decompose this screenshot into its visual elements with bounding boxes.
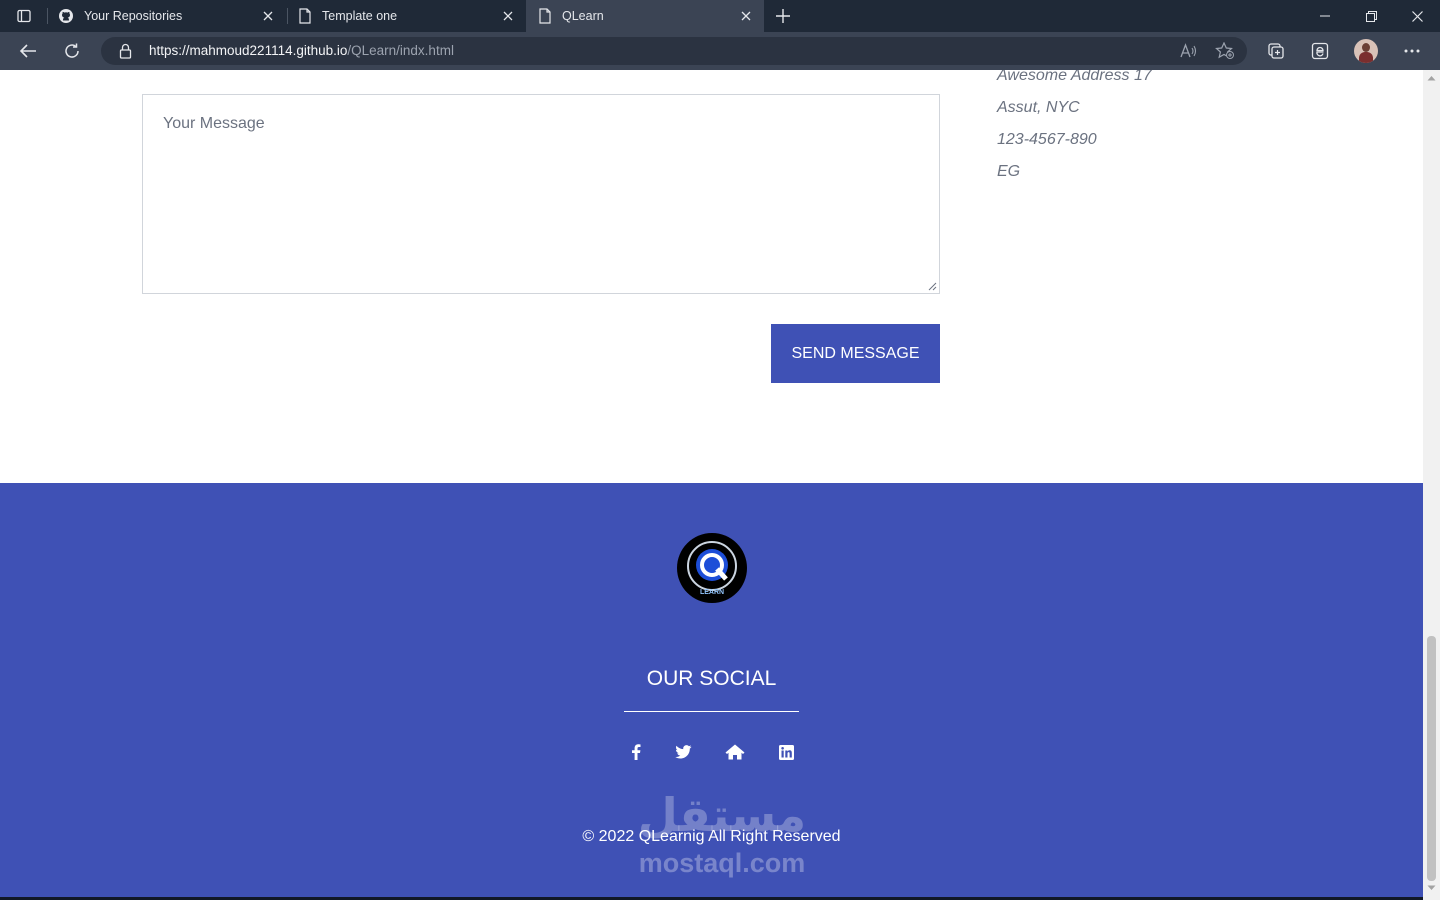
- tab-label: Template one: [322, 9, 398, 23]
- message-textarea[interactable]: Your Message: [142, 94, 940, 294]
- close-tab-icon[interactable]: [260, 8, 276, 24]
- tab-template-one[interactable]: Template one: [288, 0, 526, 32]
- copyright-text: © 2022 QLearnig All Right Reserved: [582, 828, 841, 845]
- tab-label: Your Repositories: [84, 9, 183, 23]
- tab-actions-button[interactable]: [8, 0, 40, 32]
- tab-actions-icon: [17, 9, 31, 23]
- avatar: [1354, 39, 1378, 63]
- address-line: EG: [997, 163, 1021, 180]
- page-icon: [539, 8, 551, 24]
- scroll-down-icon[interactable]: [1427, 885, 1436, 891]
- restore-icon: [1365, 10, 1377, 22]
- linkedin-link[interactable]: [775, 741, 797, 763]
- url-host: https://mahmoud221114.github.io: [149, 43, 348, 58]
- close-tab-icon[interactable]: [738, 8, 754, 24]
- refresh-icon: [65, 43, 79, 58]
- lock-icon: [119, 43, 132, 59]
- url-field[interactable]: https://mahmoud221114.github.io/QLearn/i…: [101, 37, 1247, 65]
- close-window-button[interactable]: [1394, 0, 1440, 32]
- home-icon: [725, 744, 745, 760]
- facebook-link[interactable]: [625, 741, 647, 763]
- message-placeholder: Your Message: [163, 115, 265, 132]
- read-aloud-button[interactable]: [1179, 43, 1197, 59]
- home-link[interactable]: [724, 741, 746, 763]
- star-add-icon: [1215, 41, 1234, 59]
- browser-address-bar: https://mahmoud221114.github.io/QLearn/i…: [0, 32, 1440, 70]
- plus-icon: [776, 9, 790, 23]
- site-footer: LEARN OUR SOCIAL © 2022 QLearnig All Rig…: [0, 483, 1423, 900]
- add-favorite-button[interactable]: [1215, 41, 1235, 60]
- scrollbar-thumb[interactable]: [1427, 636, 1436, 881]
- profile-button[interactable]: [1350, 35, 1382, 67]
- new-tab-button[interactable]: [767, 0, 799, 32]
- resize-grip-icon[interactable]: [928, 282, 937, 291]
- social-title: OUR SOCIAL: [646, 667, 777, 690]
- linkedin-icon: [778, 744, 794, 760]
- url-path: /QLearn/indx.html: [347, 43, 454, 58]
- collections-button[interactable]: [1260, 35, 1292, 67]
- collections-icon: [1268, 43, 1284, 59]
- page-content: Awesome Address 17 Assut, NYC 123-4567-8…: [0, 70, 1423, 900]
- twitter-icon: [674, 745, 691, 759]
- tab-your-repositories[interactable]: Your Repositories: [48, 0, 286, 32]
- social-divider: [624, 711, 799, 712]
- qlearn-logo: LEARN: [677, 533, 747, 603]
- address-line: 123-4567-890: [997, 131, 1097, 148]
- browser-tab-bar: Your Repositories Template one QLearn: [0, 0, 1440, 32]
- close-icon: [1411, 10, 1423, 22]
- facebook-icon: [632, 744, 641, 760]
- address-line: Assut, NYC: [997, 99, 1080, 116]
- logo-text: LEARN: [700, 589, 724, 596]
- ie-mode-button[interactable]: [1304, 35, 1336, 67]
- github-icon: [59, 9, 73, 23]
- read-aloud-icon: [1180, 43, 1197, 58]
- close-tab-icon[interactable]: [500, 8, 516, 24]
- scroll-up-icon[interactable]: [1427, 75, 1436, 81]
- send-message-button[interactable]: SEND MESSAGE: [771, 324, 940, 383]
- back-arrow-icon: [19, 44, 36, 58]
- more-icon: [1404, 49, 1420, 53]
- settings-more-button[interactable]: [1396, 35, 1428, 67]
- ie-mode-icon: [1311, 42, 1329, 60]
- twitter-link[interactable]: [672, 741, 694, 763]
- url-text: https://mahmoud221114.github.io/QLearn/i…: [149, 43, 454, 58]
- page-icon: [299, 8, 311, 24]
- refresh-button[interactable]: [56, 35, 88, 67]
- minimize-icon: [1320, 15, 1330, 17]
- tab-label: QLearn: [562, 9, 604, 23]
- restore-button[interactable]: [1348, 0, 1394, 32]
- address-line: Awesome Address 17: [997, 70, 1152, 84]
- minimize-button[interactable]: [1302, 0, 1348, 32]
- logo-mark-icon: LEARN: [680, 536, 744, 600]
- back-button[interactable]: [12, 35, 44, 67]
- page-scrollbar[interactable]: [1423, 70, 1440, 900]
- tab-qlearn[interactable]: QLearn: [526, 0, 764, 32]
